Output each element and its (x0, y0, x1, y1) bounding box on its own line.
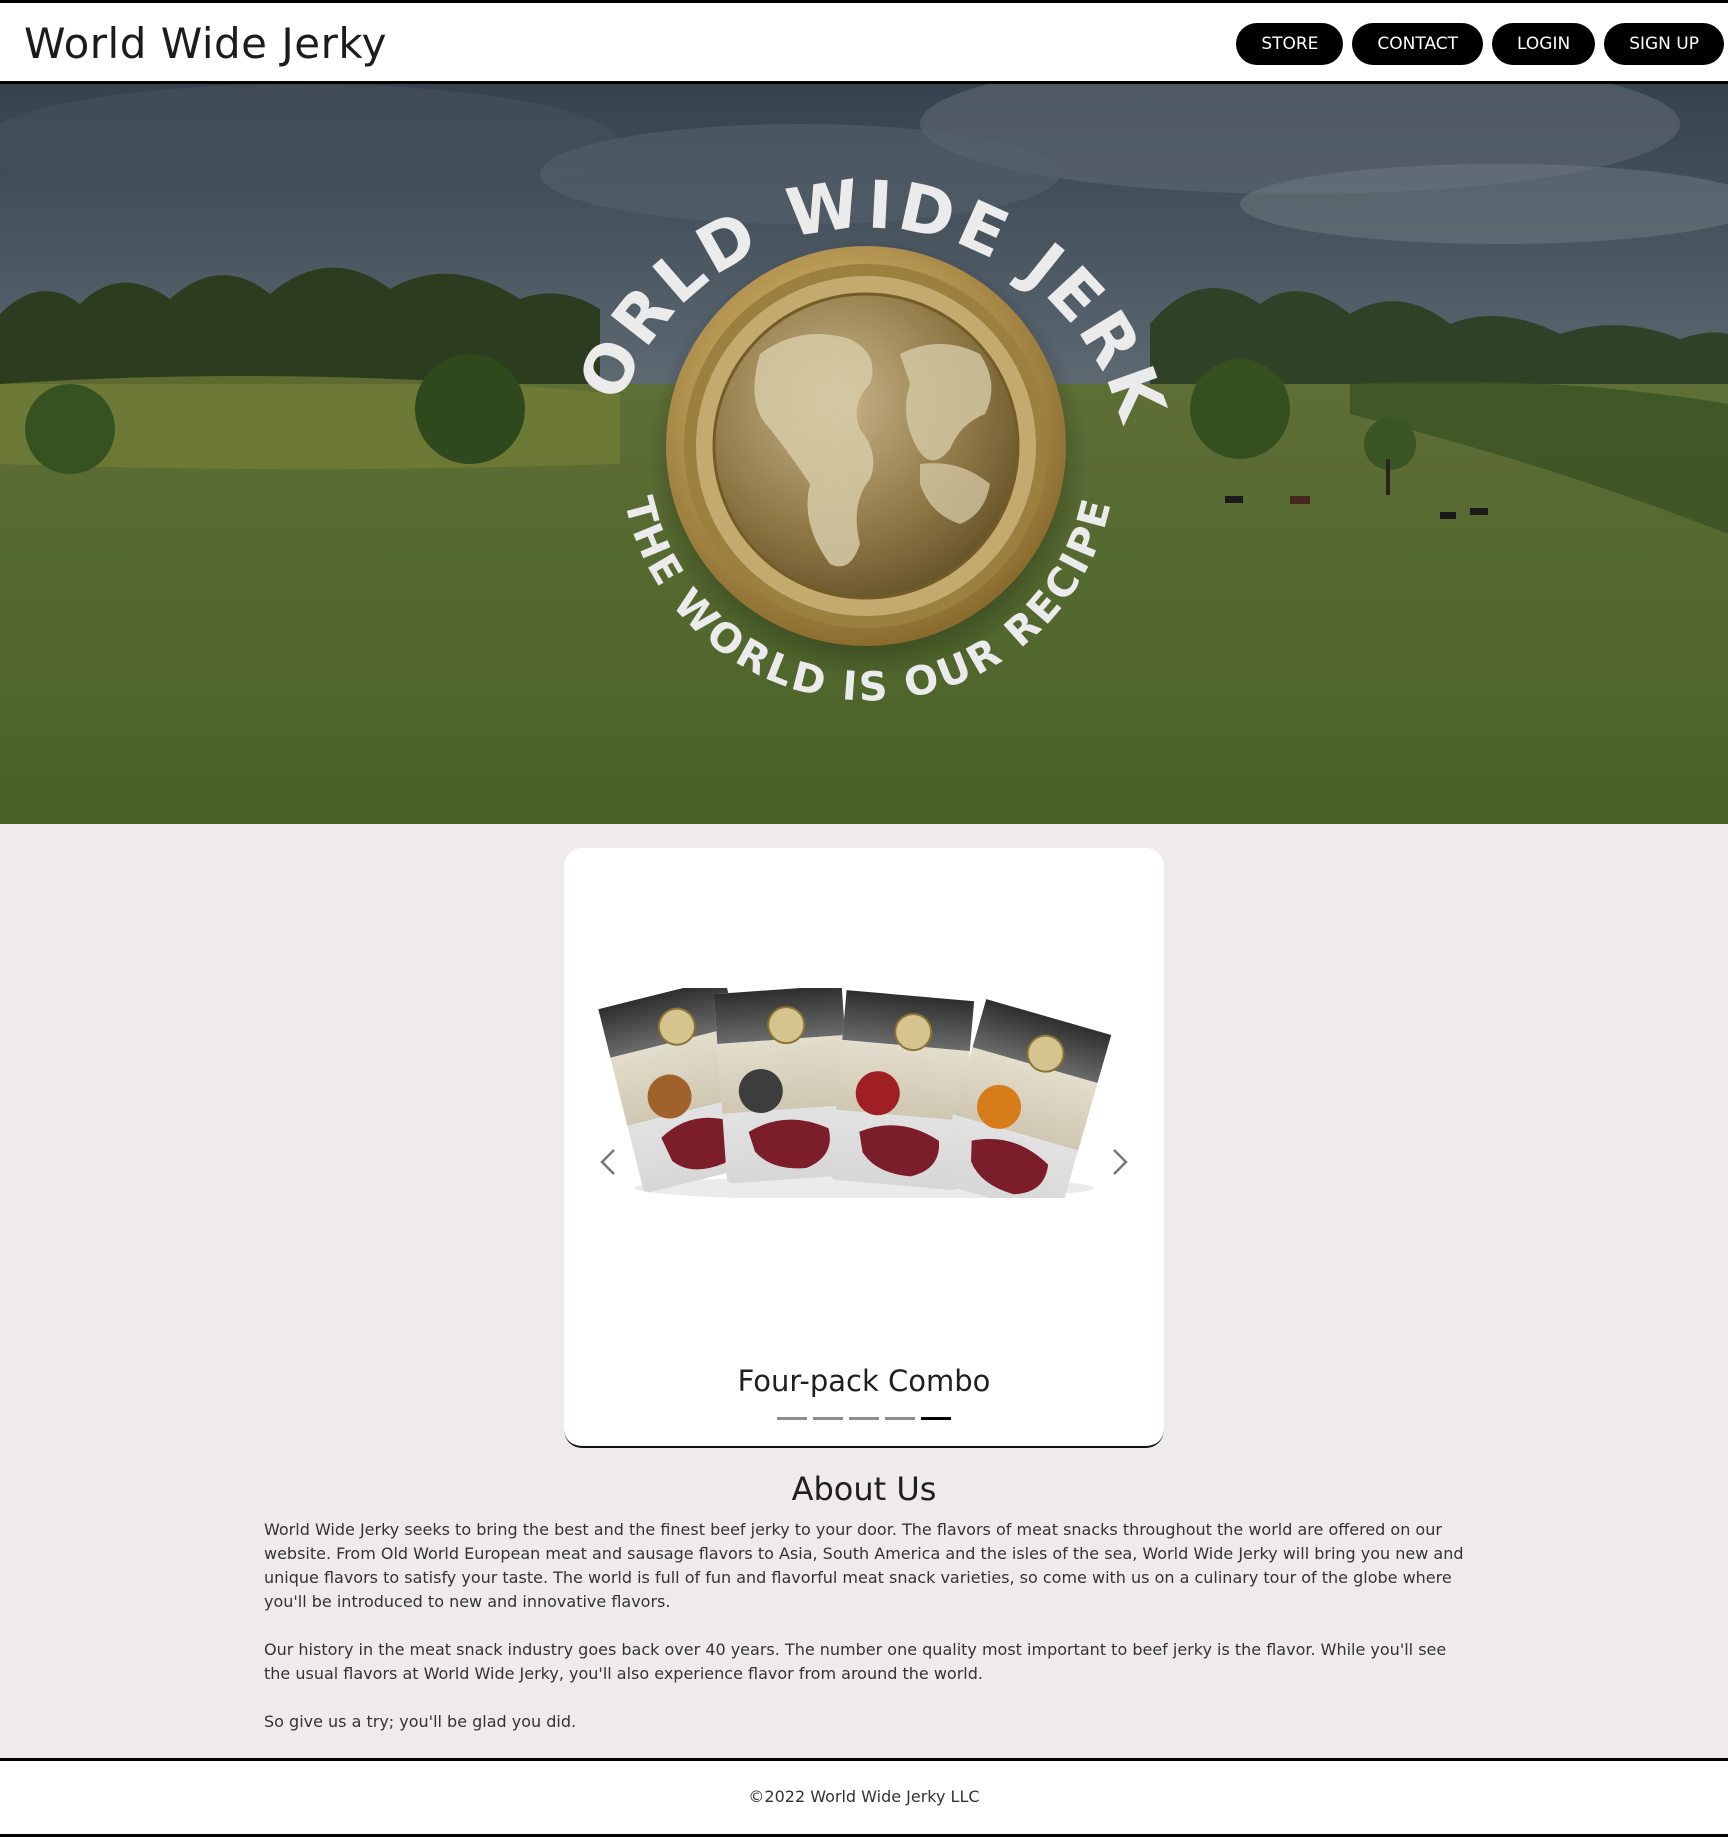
product-carousel: Four-pack Combo (564, 848, 1164, 1448)
copyright-text: ©2022 World Wide Jerky LLC (748, 1787, 980, 1806)
carousel-indicator-3[interactable] (849, 1417, 879, 1420)
site-title[interactable]: World Wide Jerky (24, 19, 387, 68)
hero-landscape-image: WORLD WIDE JERKY THE WORLD IS OUR RECIPE (0, 84, 1728, 824)
nav-login-button[interactable]: LOGIN (1492, 23, 1596, 65)
main-nav: STORE CONTACT LOGIN SIGN UP (1236, 23, 1724, 65)
carousel-indicator-2[interactable] (813, 1417, 843, 1420)
carousel-indicators (777, 1417, 951, 1420)
about-paragraph: Our history in the meat snack industry g… (264, 1640, 1447, 1683)
carousel-slide-image[interactable] (588, 988, 1140, 1198)
nav-signup-button[interactable]: SIGN UP (1604, 23, 1724, 65)
nav-contact-button[interactable]: CONTACT (1352, 23, 1484, 65)
about-body: World Wide Jerky seeks to bring the best… (264, 1518, 1469, 1758)
about-paragraph: So give us a try; you'll be glad you did… (264, 1712, 577, 1731)
carousel-indicator-5[interactable] (921, 1417, 951, 1420)
jerky-fourpack-image (598, 988, 1112, 1198)
carousel-indicator-4[interactable] (885, 1417, 915, 1420)
nav-store-button[interactable]: STORE (1236, 23, 1344, 65)
carousel-next-button[interactable] (1106, 1142, 1134, 1182)
site-footer: ©2022 World Wide Jerky LLC (0, 1758, 1728, 1837)
hero-banner: WORLD WIDE JERKY THE WORLD IS OUR RECIPE (0, 84, 1728, 824)
about-heading: About Us (791, 1470, 937, 1508)
site-header: World Wide Jerky STORE CONTACT LOGIN SIG… (0, 0, 1728, 84)
carousel-prev-button[interactable] (594, 1142, 622, 1182)
carousel-caption: Four-pack Combo (737, 1364, 991, 1398)
chevron-right-icon (1113, 1149, 1128, 1175)
carousel-indicator-1[interactable] (777, 1417, 807, 1420)
about-paragraph: World Wide Jerky seeks to bring the best… (264, 1520, 1464, 1611)
chevron-left-icon (600, 1149, 615, 1175)
